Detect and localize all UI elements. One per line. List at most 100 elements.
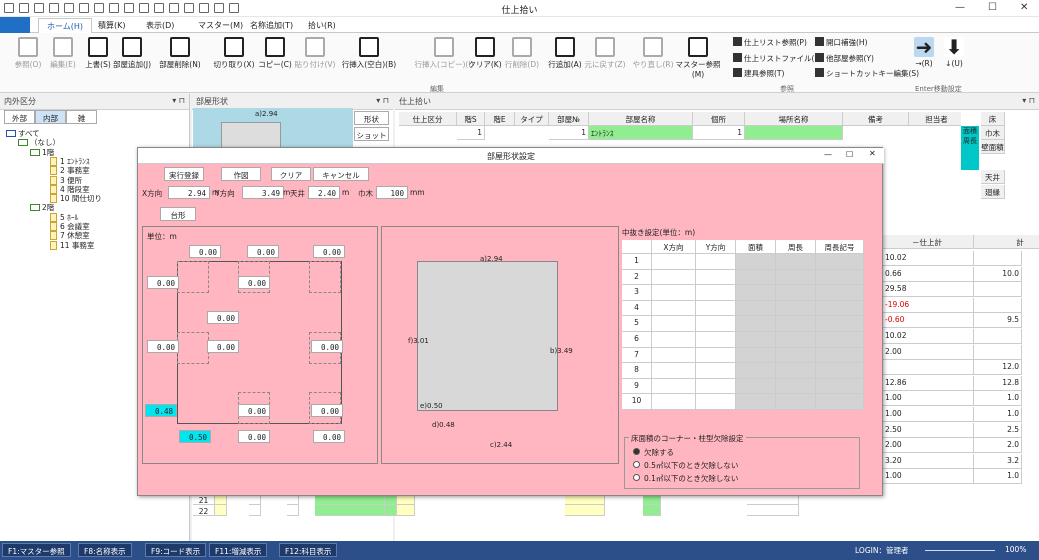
grid-cell[interactable] bbox=[696, 285, 736, 301]
enter-move-button[interactable]: ⬇ ↓(U) bbox=[940, 37, 968, 68]
grid-cell[interactable] bbox=[315, 505, 385, 516]
offset-input[interactable]: 0.00 bbox=[238, 276, 270, 289]
column-header[interactable]: タイプ bbox=[515, 112, 549, 126]
grid-cell[interactable] bbox=[652, 316, 696, 332]
grid-cell[interactable] bbox=[287, 505, 299, 516]
offset-input[interactable]: 0.00 bbox=[238, 430, 270, 443]
tab-2[interactable]: 表示(D) bbox=[138, 18, 182, 33]
row-cell-kaiS[interactable]: 1 bbox=[457, 126, 485, 140]
minimize-button[interactable]: — bbox=[955, 2, 965, 13]
quick-access-icon[interactable] bbox=[124, 3, 134, 13]
quick-access-icon[interactable] bbox=[154, 3, 164, 13]
offset-input[interactable]: 0.00 bbox=[311, 404, 343, 417]
shape-button[interactable]: 形状 bbox=[354, 111, 389, 125]
ribbon-small-button[interactable]: 他部屋参照(Y) bbox=[815, 53, 874, 64]
row-cell-place[interactable] bbox=[745, 126, 843, 140]
row-cell-count[interactable]: 1 bbox=[693, 126, 745, 140]
grid-cell[interactable] bbox=[652, 347, 696, 364]
radio-option[interactable]: 欠除する bbox=[633, 447, 674, 458]
ribbon-small-button[interactable]: 仕上リストファイル(L) bbox=[733, 53, 822, 64]
insert-row-button[interactable]: 行挿入(空白)(B) bbox=[335, 37, 403, 70]
grid-cell[interactable] bbox=[696, 254, 736, 270]
column-header[interactable]: 備考 bbox=[843, 112, 909, 126]
shot-button[interactable]: ショット bbox=[354, 127, 389, 141]
clear-button[interactable]: クリア bbox=[271, 167, 311, 181]
ribbon-small-button[interactable]: 建具参照(T) bbox=[733, 68, 784, 79]
column-header[interactable]: 部屋№ bbox=[549, 112, 589, 126]
radio-icon[interactable] bbox=[633, 474, 640, 481]
radio-option[interactable]: 0.5㎡以下のとき欠除しない bbox=[633, 460, 738, 471]
quick-access-icon[interactable] bbox=[199, 3, 209, 13]
offset-input[interactable]: 0.00 bbox=[189, 245, 221, 258]
grid-cell[interactable] bbox=[652, 285, 696, 301]
column-header[interactable]: 場所名称 bbox=[745, 112, 843, 126]
tab-misc[interactable]: 雑 bbox=[66, 110, 97, 124]
grid-cell[interactable] bbox=[652, 332, 696, 348]
dialog-close-button[interactable]: ✕ bbox=[869, 149, 876, 158]
quick-access-icon[interactable] bbox=[109, 3, 119, 13]
function-key-0[interactable]: F1:マスター参照 bbox=[2, 543, 71, 557]
grid-cell[interactable] bbox=[696, 269, 736, 286]
grid-cell[interactable] bbox=[696, 363, 736, 379]
function-key-3[interactable]: F11:増減表示 bbox=[209, 543, 268, 557]
grid-cell[interactable] bbox=[652, 300, 696, 317]
tab-1[interactable]: 積算(K) bbox=[90, 18, 134, 33]
pin-icon[interactable]: ▾ ⊓ bbox=[172, 96, 185, 105]
grid-cell[interactable] bbox=[397, 505, 415, 516]
dialog-maximize-button[interactable]: ☐ bbox=[846, 150, 853, 159]
quick-access-icon[interactable] bbox=[169, 3, 179, 13]
quick-access-icon[interactable] bbox=[49, 3, 59, 13]
ribbon-small-button[interactable]: 仕上リスト参照(P) bbox=[733, 37, 807, 48]
offset-input[interactable]: 0.00 bbox=[207, 311, 239, 324]
ribbon-small-button[interactable]: ショートカットキー編集(S) bbox=[815, 68, 919, 79]
offset-input[interactable]: 0.00 bbox=[313, 245, 345, 258]
grid-cell[interactable] bbox=[696, 300, 736, 317]
radio-icon[interactable] bbox=[633, 448, 640, 455]
grid-cell[interactable] bbox=[652, 378, 696, 395]
offset-input[interactable]: 0.50 bbox=[179, 430, 211, 443]
draw-button[interactable]: 作図 bbox=[221, 167, 261, 181]
quick-access-icon[interactable] bbox=[64, 3, 74, 13]
maximize-button[interactable]: ☐ bbox=[988, 2, 997, 13]
grid-cell[interactable] bbox=[696, 316, 736, 332]
grid-cell[interactable] bbox=[696, 394, 736, 410]
cancel-button[interactable]: キャンセル bbox=[313, 167, 369, 181]
grid-cell[interactable] bbox=[696, 347, 736, 364]
tab-inner[interactable]: 内部 bbox=[35, 110, 66, 124]
offset-input[interactable]: 0.00 bbox=[207, 340, 239, 353]
offset-input[interactable]: 0.00 bbox=[313, 430, 345, 443]
pin-icon[interactable]: ▾ ⊓ bbox=[376, 96, 389, 105]
quick-access-icon[interactable] bbox=[184, 3, 194, 13]
grid-cell[interactable] bbox=[643, 505, 661, 516]
offset-input[interactable]: 0.00 bbox=[247, 245, 279, 258]
y-input[interactable]: 3.49 bbox=[242, 186, 284, 199]
quick-access-icon[interactable] bbox=[214, 3, 224, 13]
column-header[interactable]: 仕上区分 bbox=[399, 112, 457, 126]
function-key-2[interactable]: F9:コード表示 bbox=[145, 543, 207, 557]
column-header[interactable]: 階E bbox=[485, 112, 515, 126]
file-menu-button[interactable] bbox=[0, 17, 30, 33]
offset-input[interactable]: 0.00 bbox=[147, 340, 179, 353]
offset-input[interactable]: 0.00 bbox=[238, 404, 270, 417]
column-header[interactable]: 部屋名称 bbox=[589, 112, 693, 126]
column-header[interactable]: 担当者 bbox=[909, 112, 965, 126]
close-button[interactable]: ✕ bbox=[1020, 2, 1028, 13]
radio-icon[interactable] bbox=[633, 461, 640, 468]
hab-input[interactable]: 100 bbox=[376, 186, 408, 199]
grid-cell[interactable] bbox=[249, 505, 261, 516]
add-room-button[interactable]: 部屋追加(J) bbox=[107, 37, 157, 70]
grid-cell[interactable] bbox=[652, 254, 696, 270]
quick-access-icon[interactable] bbox=[94, 3, 104, 13]
ribbon-small-button[interactable]: 開口補強(H) bbox=[815, 37, 868, 48]
book-button[interactable]: マスター参照(M) bbox=[673, 37, 723, 79]
tab-5[interactable]: 拾い(R) bbox=[300, 18, 344, 33]
x-input[interactable]: 2.94 bbox=[168, 186, 210, 199]
row-cell-name[interactable]: ｴﾝﾄﾗﾝｽ bbox=[589, 126, 693, 140]
enter-move-button[interactable]: ➜ →(R) bbox=[910, 37, 938, 68]
ten-input[interactable]: 2.40 bbox=[308, 186, 340, 199]
undo-button[interactable]: 元に戻す(Z) bbox=[580, 37, 630, 70]
offset-input[interactable]: 0.00 bbox=[147, 276, 179, 289]
paste-button[interactable]: 貼り付け(V) bbox=[290, 37, 340, 70]
dialog-minimize-button[interactable]: — bbox=[824, 150, 832, 159]
grid-cell[interactable] bbox=[652, 363, 696, 379]
